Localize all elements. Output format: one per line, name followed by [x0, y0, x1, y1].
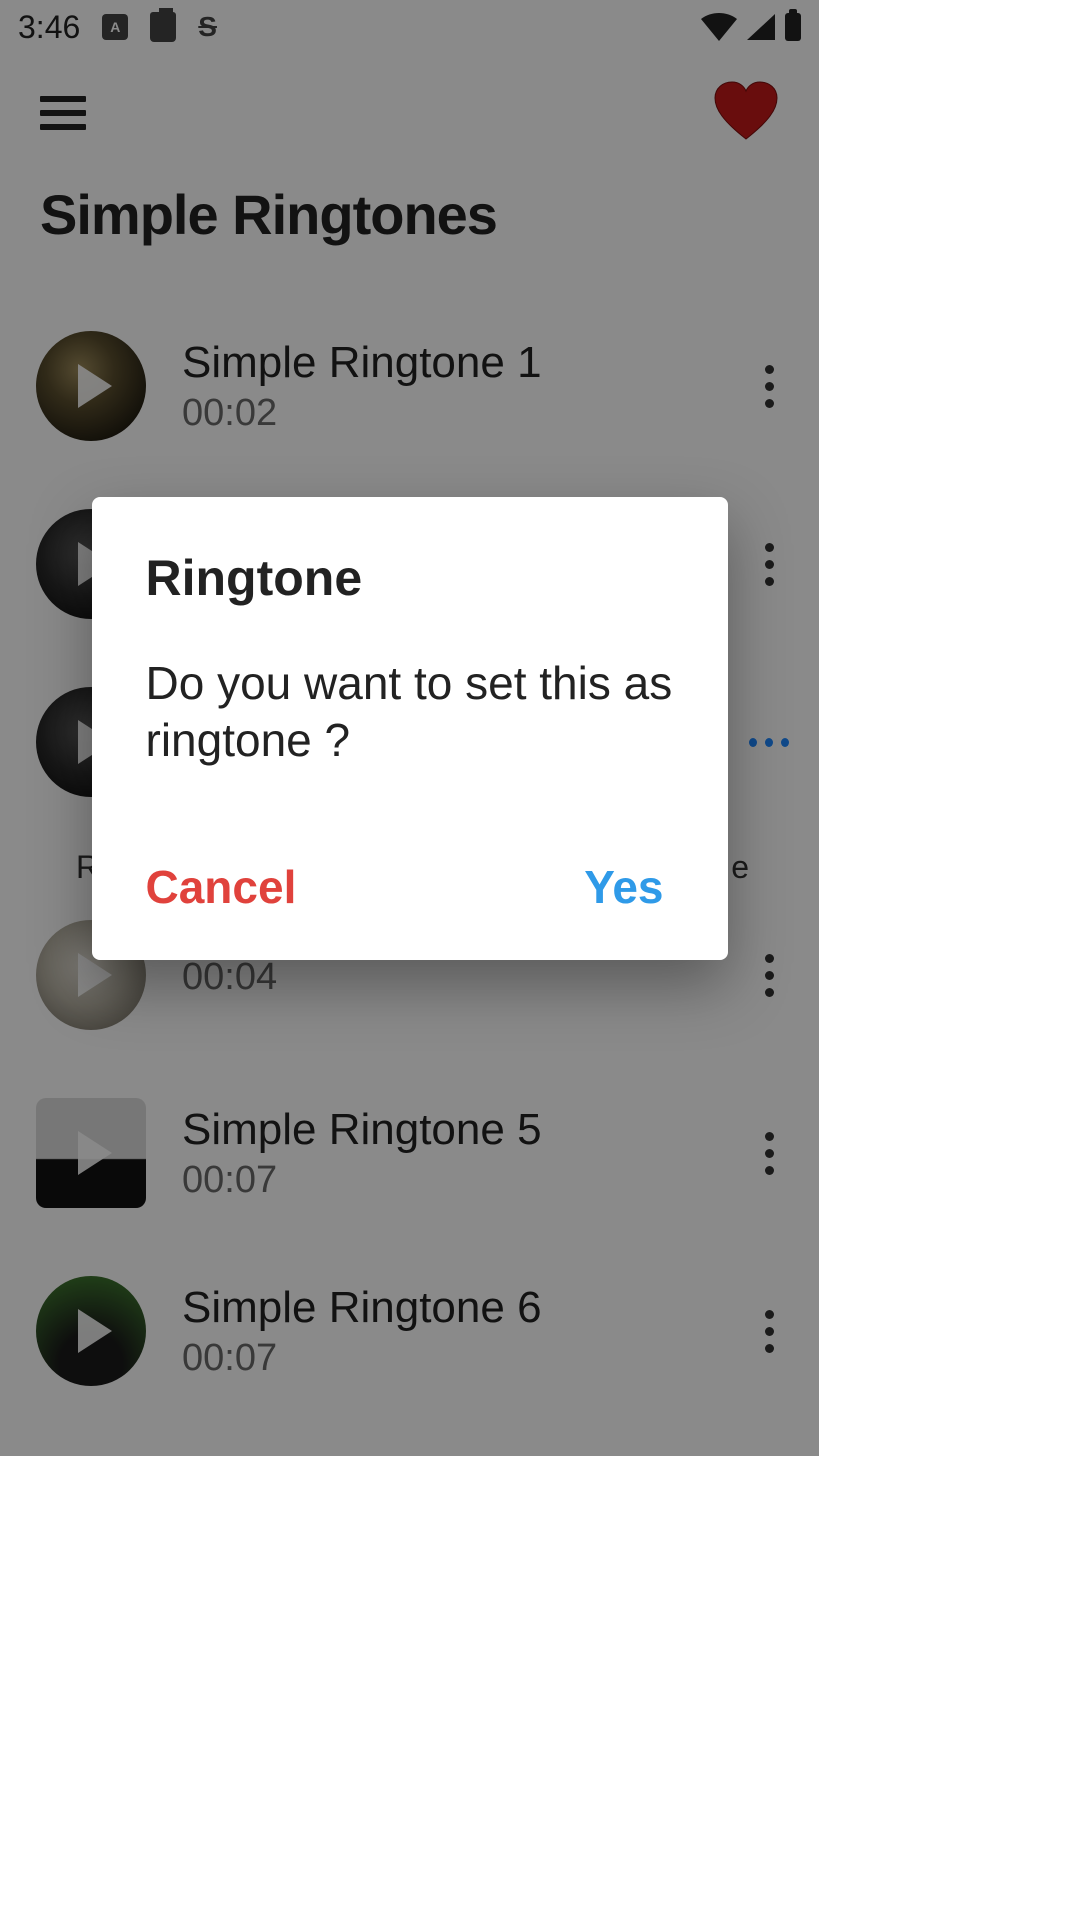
- dialog-title: Ringtone: [146, 549, 674, 607]
- cancel-button[interactable]: Cancel: [146, 860, 297, 914]
- dialog-message: Do you want to set this as ringtone ?: [146, 655, 674, 770]
- screen: 3:46 A S Simple Ringtones: [0, 0, 819, 1456]
- modal-scrim[interactable]: Ringtone Do you want to set this as ring…: [0, 0, 819, 1456]
- dialog-actions: Cancel Yes: [146, 860, 674, 914]
- confirm-dialog: Ringtone Do you want to set this as ring…: [92, 497, 728, 960]
- yes-button[interactable]: Yes: [584, 860, 673, 914]
